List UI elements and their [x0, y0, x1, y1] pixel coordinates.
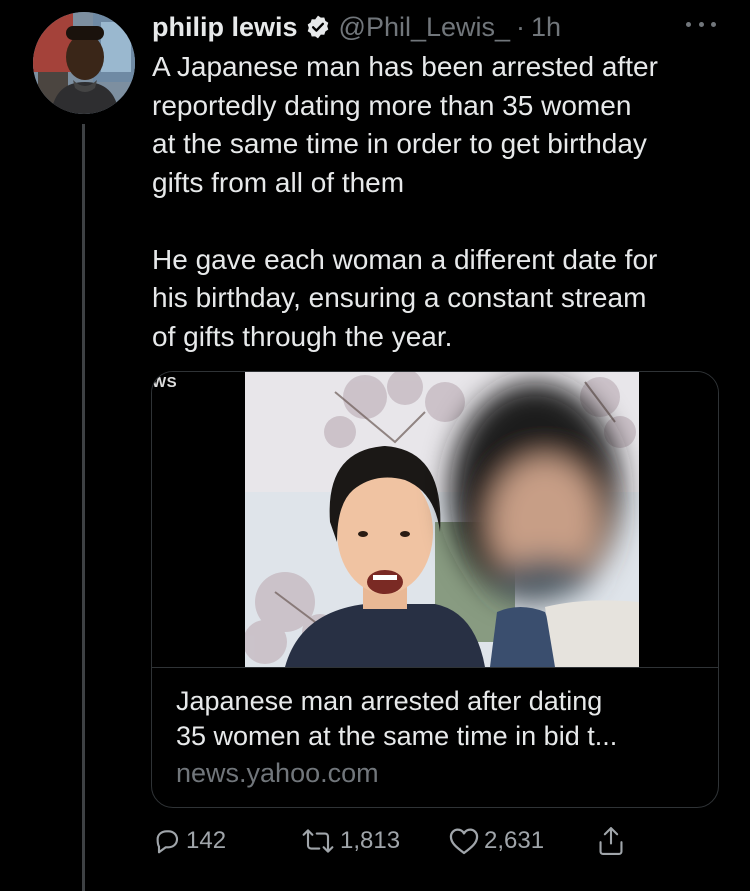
- heart-icon: [448, 826, 480, 856]
- tweet-paragraph-2: He gave each woman a different date for …: [152, 243, 658, 352]
- share-button[interactable]: [596, 822, 626, 860]
- like-button[interactable]: 2,631: [448, 822, 544, 860]
- separator-dot: ·: [516, 11, 526, 42]
- verified-badge-icon: [305, 14, 331, 40]
- action-bar: 142 1,813 2,631: [152, 822, 652, 860]
- card-title[interactable]: Japanese man arrested after dating 35 wo…: [176, 684, 696, 754]
- more-horizontal-icon[interactable]: [686, 14, 716, 34]
- avatar[interactable]: [33, 12, 135, 114]
- link-card[interactable]: WS Japanese man arrested after dating 35…: [151, 371, 719, 808]
- reply-icon: [152, 826, 182, 856]
- retweet-button[interactable]: 1,813: [300, 822, 400, 860]
- reply-count: 142: [186, 827, 227, 854]
- card-media[interactable]: WS: [152, 372, 718, 668]
- card-domain: news.yahoo.com: [176, 758, 379, 788]
- handle[interactable]: @Phil_Lewis_: [339, 12, 511, 43]
- share-icon: [596, 825, 626, 857]
- like-count: 2,631: [484, 827, 545, 854]
- tweet-header: philip lewis @Phil_Lewis_ · 1h: [152, 10, 561, 44]
- retweet-icon: [300, 826, 336, 856]
- card-title-text: Japanese man arrested after dating 35 wo…: [176, 686, 618, 751]
- media-tag: WS: [152, 374, 178, 391]
- display-name[interactable]: philip lewis: [152, 12, 298, 43]
- timestamp[interactable]: 1h: [531, 12, 561, 43]
- reply-button[interactable]: 142: [152, 822, 226, 860]
- thread-line: [82, 124, 85, 891]
- tweet-paragraph-1: A Japanese man has been arrested after r…: [152, 51, 658, 198]
- card-photo: [245, 372, 639, 667]
- retweet-count: 1,813: [340, 827, 401, 854]
- tweet-text: A Japanese man has been arrested after r…: [152, 48, 732, 356]
